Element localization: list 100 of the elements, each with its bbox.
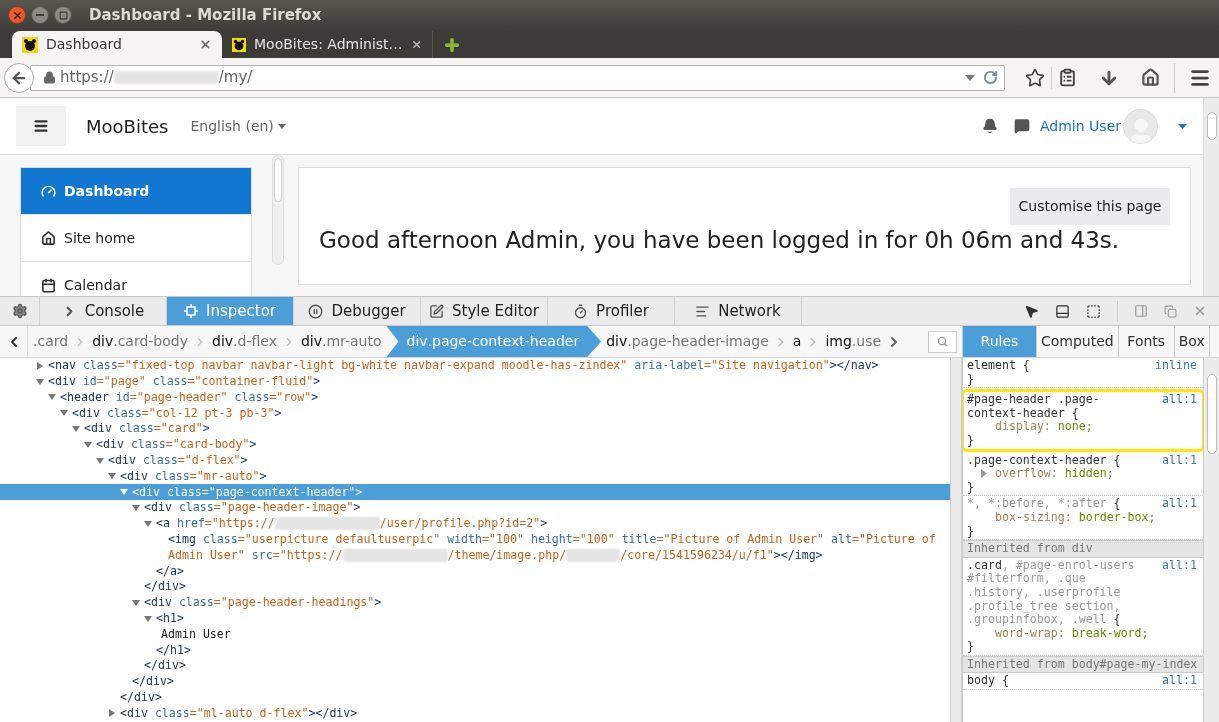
- language-menu[interactable]: English (en): [190, 115, 286, 137]
- expand-arrow-icon[interactable]: [144, 519, 152, 528]
- maximize-button[interactable]: [54, 6, 72, 24]
- expand-arrow-icon[interactable]: [132, 598, 140, 607]
- tree-row[interactable]: <header id="page-header" class="row">: [0, 389, 950, 406]
- devtools-tab[interactable]: Network: [675, 297, 802, 325]
- breadcrumb-item[interactable]: div.page-header-image: [601, 326, 774, 357]
- tree-row[interactable]: <div class="page-header-image">: [0, 500, 950, 516]
- selector-text: *, *:before, *:after {: [967, 497, 1122, 511]
- tree-row[interactable]: <div class="d-flex">: [0, 452, 950, 469]
- breadcrumb-item[interactable]: .card: [28, 326, 74, 357]
- home-icon[interactable]: [1141, 68, 1160, 87]
- attribute-name: aria-label: [634, 358, 705, 375]
- pointer-icon[interactable]: [1024, 303, 1039, 319]
- nav-item[interactable]: Dashboard: [21, 168, 251, 215]
- sidebar-tab[interactable]: Computed: [1037, 326, 1119, 357]
- site-name[interactable]: MooBites: [86, 112, 169, 140]
- tag-name: >: [259, 467, 267, 485]
- customise-button[interactable]: Customise this page: [1010, 188, 1170, 225]
- nav-item[interactable]: Site home: [21, 215, 251, 262]
- breadcrumb-item[interactable]: img.use: [820, 326, 887, 357]
- panel-icon[interactable]: [1055, 303, 1070, 319]
- source-link[interactable]: all:1: [1162, 558, 1199, 627]
- new-tab-icon[interactable]: [443, 35, 461, 54]
- devtools-tab[interactable]: Debugger: [294, 297, 421, 325]
- expand-arrow-icon[interactable]: [108, 472, 116, 481]
- tab-label: Network: [718, 300, 781, 322]
- menu-button[interactable]: [16, 106, 66, 146]
- tag-name: >: [202, 420, 210, 438]
- tag-name: </div>: [120, 688, 162, 706]
- devtools-tab[interactable]: Style Editor: [421, 297, 548, 325]
- user-name[interactable]: Admin User: [1040, 115, 1121, 137]
- clipboard-icon[interactable]: [1058, 68, 1077, 87]
- tree-row[interactable]: <div class="mr-auto">: [0, 468, 950, 485]
- tag-name: img: [825, 332, 852, 351]
- caret-icon[interactable]: [1178, 123, 1187, 129]
- close-button[interactable]: [8, 6, 26, 24]
- expand-arrow-icon[interactable]: [48, 393, 56, 402]
- source-link[interactable]: all:1: [1162, 674, 1199, 689]
- settings-icon[interactable]: [11, 303, 28, 319]
- expand-arrow-icon[interactable]: [36, 361, 44, 370]
- tag-name: >: [311, 388, 319, 406]
- expand-arrow-icon[interactable]: [144, 614, 152, 623]
- tree-row[interactable]: <nav class="fixed-top navbar navbar-light bg-white navbar-expand moodle-has-zindex" aria-label="Site navigation"></nav>: [0, 358, 950, 374]
- close-icon[interactable]: [199, 38, 212, 51]
- tree-row[interactable]: <div class="col-12 pt-3 pb-3">: [0, 405, 950, 422]
- browser-tab[interactable]: MooBites: Administ…: [222, 31, 432, 58]
- search-button[interactable]: [928, 330, 957, 353]
- back-button[interactable]: [4, 62, 34, 93]
- property-value: none;: [1057, 420, 1093, 434]
- tag-name: </a>: [156, 562, 184, 580]
- tag-name: div: [212, 332, 234, 351]
- attribute-name: class: [82, 358, 118, 375]
- tree-row[interactable]: <div id="page" class="container-fluid">: [0, 373, 950, 390]
- expand-arrow-icon[interactable]: [36, 377, 44, 386]
- sidebar-tab[interactable]: Box: [1174, 326, 1210, 357]
- expand-arrow-icon[interactable]: [96, 456, 104, 465]
- tag-name: <div: [144, 594, 172, 612]
- source-link[interactable]: all:1: [1162, 497, 1199, 511]
- tree-row[interactable]: <img class="userpicture defaultuserpic" width="100" height="100" title="Picture of Admin User" alt="Picture of Admin User" src="https:// /theme/image.php/ /core/1541596234/u/f1"></img>: [0, 531, 950, 564]
- source-link[interactable]: all:1: [1162, 453, 1199, 468]
- node-text: Admin User: [161, 625, 231, 643]
- frame-icon[interactable]: [1086, 303, 1101, 319]
- bell-icon[interactable]: [982, 118, 998, 134]
- tree-row[interactable]: <div class="ml-auto d-flex"></div>: [0, 705, 950, 722]
- expand-arrow-icon[interactable]: [132, 504, 140, 513]
- expand-arrow-icon[interactable]: [60, 409, 68, 418]
- close-icon[interactable]: [410, 38, 422, 51]
- minimize-button[interactable]: [31, 6, 49, 24]
- browser-tab[interactable]: Dashboard: [12, 31, 222, 58]
- source-link[interactable]: all:1: [1162, 393, 1199, 421]
- brace: }: [967, 523, 974, 538]
- star-icon[interactable]: [1025, 67, 1045, 88]
- property-name: overflow:: [995, 467, 1058, 481]
- breadcrumb-item[interactable]: div.mr-auto: [295, 326, 387, 357]
- tab-label: Profiler: [596, 300, 649, 322]
- url-field[interactable]: https:// /my/: [30, 64, 1005, 91]
- tree-row[interactable]: <a href="https:// /user/profile.php?id=2">: [0, 515, 950, 532]
- reload-icon[interactable]: [983, 70, 998, 85]
- tree-row[interactable]: <div class="card">: [0, 421, 950, 437]
- dropdown-icon[interactable]: [965, 73, 975, 82]
- expand-arrow-icon[interactable]: [120, 488, 128, 497]
- tag-name: >: [176, 609, 184, 627]
- expand-arrow-icon[interactable]: [72, 425, 80, 434]
- window-icon[interactable]: [1164, 304, 1177, 318]
- breadcrumb-item[interactable]: div.card-body: [87, 326, 193, 357]
- tree-row[interactable]: <div class="page-header-headings">: [0, 594, 950, 611]
- expand-arrow-icon[interactable]: [84, 440, 92, 449]
- expand-arrow-icon[interactable]: [108, 709, 116, 718]
- expand-arrow-icon[interactable]: [981, 469, 987, 479]
- breadcrumb-item[interactable]: div.d-flex: [207, 326, 282, 357]
- chat-icon[interactable]: [1014, 118, 1030, 134]
- breadcrumb-item[interactable]: a: [787, 326, 807, 357]
- tree-row[interactable]: <div class="card-body">: [0, 437, 950, 453]
- source-link[interactable]: inline: [1155, 359, 1199, 373]
- devtools-tab[interactable]: Profiler: [548, 297, 675, 325]
- sidebar-tab[interactable]: Fonts: [1118, 326, 1175, 357]
- attribute-name: class: [154, 467, 190, 485]
- brace: }: [967, 371, 974, 386]
- tree-row[interactable]: <h1>: [0, 610, 950, 627]
